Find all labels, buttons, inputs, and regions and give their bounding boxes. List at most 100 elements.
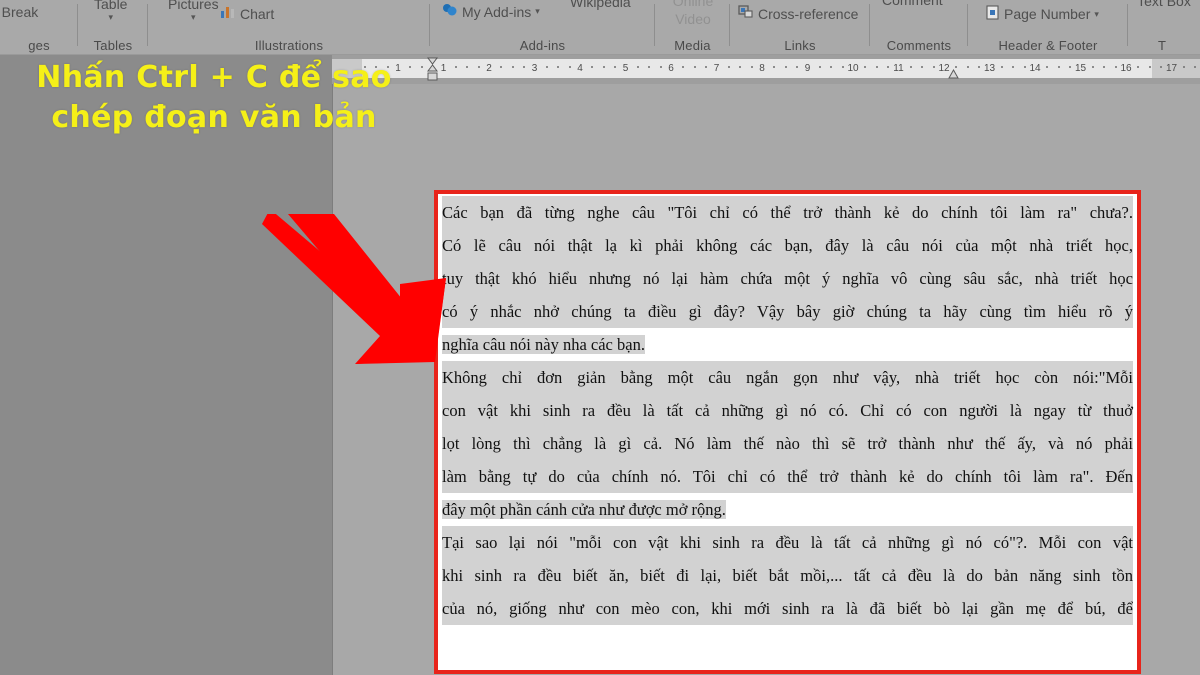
ribbon-group-add-ins: My Add-ins ▾ Wikipedia Add-ins [430,0,655,55]
ruler-minor-tick [876,66,878,68]
ruler-minor-tick [455,66,457,68]
ribbon-item-wikipedia[interactable]: Wikipedia [570,0,631,10]
ribbon-item-my-add-ins[interactable]: My Add-ins ▾ [442,3,540,20]
caption-line-2: chép đoạn văn bản [14,98,414,138]
ruler-tick: 9 [805,59,811,78]
ruler-minor-tick [546,66,548,68]
ribbon-group-label-links: Links [730,38,870,53]
ruler-minor-tick [1024,66,1026,68]
paragraph-line: tuy thật khó hiểu nhưng nó lại hàm chứa … [442,262,1133,295]
table-label: Table [94,0,127,12]
ruler-tick: 5 [623,59,629,78]
ribbon-group-label-add-ins: Add-ins [430,38,655,53]
page-number-icon [986,5,1000,23]
cross-reference-label: Cross-reference [758,6,858,22]
ribbon-group-label-header-footer: Header & Footer [968,38,1128,53]
ribbon-item-cross-reference[interactable]: Cross-reference [738,5,858,22]
paragraph-line: khi sinh ra đều biết ăn, biết đi lại, bi… [442,559,1133,592]
ruler-tick: 13 [984,59,995,78]
triangle-indent-marker[interactable] [947,67,960,85]
chart-icon [220,5,236,22]
pictures-label: Pictures [168,0,219,12]
paragraph-last-line: đây một phần cánh cửa như được mở rộng. [442,493,1133,526]
chevron-down-icon[interactable]: ▾ [108,12,113,23]
my-add-ins-label: My Add-ins [462,4,531,20]
ribbon-insert-tab: e Break ges Table ▾ Tables Pictures ▾ [0,0,1200,55]
ribbon-group-illustrations: Pictures ▾ Chart Illustrations [148,0,430,55]
ruler-tick: 17 [1166,59,1177,78]
online-video-label: Online Video [663,0,723,28]
ribbon-group-label-tables: Tables [78,38,148,53]
chevron-down-icon[interactable]: ▾ [535,6,540,17]
document-page[interactable]: Các bạn đã từng nghe câu "Tôi chỉ có thể… [332,84,1200,675]
text-box-label: Text Box [1137,0,1191,10]
ruler-minor-tick [478,66,480,68]
paragraph-line: Không chỉ đơn giản bằng một câu ngắn gọn… [442,361,1133,394]
paragraph-line: làm bằng tự do của chính nó. Tôi chỉ có … [442,460,1133,493]
ruler-minor-tick [1092,66,1094,68]
ruler-minor-tick [933,66,935,68]
ruler-tick: 7 [714,59,720,78]
ruler-minor-tick [1115,66,1117,68]
horizontal-ruler[interactable]: 1123456789101112131415161718 [332,55,1200,84]
ruler-minor-tick [1001,66,1003,68]
selected-text-block[interactable]: Các bạn đã từng nghe câu "Tôi chỉ có thể… [434,190,1141,674]
hourglass-indent-marker[interactable] [426,56,439,87]
comment-label: Comment [882,0,943,8]
ruler-tick: 15 [1075,59,1086,78]
caption-line-1: Nhấn Ctrl + C để sao [14,58,414,98]
ruler-minor-tick [842,66,844,68]
ribbon-group-tables: Table ▾ Tables [78,0,148,55]
wikipedia-label: Wikipedia [570,0,631,10]
chevron-down-icon[interactable]: ▾ [191,12,196,23]
page-break-label: e Break [0,4,38,20]
paragraph-line: Có lẽ câu nói thật lạ kì phải không các … [442,229,1133,262]
ribbon-group-label-pages: ges [0,38,78,53]
paragraph-line: có ý nhắc nhở chúng ta điều gì đây? Vậy … [442,295,1133,328]
ruler-tick: 8 [759,59,765,78]
ribbon-group-pages: e Break ges [0,0,78,55]
ruler-minor-tick [819,66,821,68]
ruler-minor-tick [569,66,571,68]
ribbon-group-label-media: Media [655,38,730,53]
ribbon-item-text-box[interactable]: Text Box [1136,0,1192,10]
ruler-tick: 4 [577,59,583,78]
ruler-minor-tick [728,66,730,68]
ruler-tick: 1 [441,59,447,78]
ribbon-item-comment[interactable]: Comment [882,0,943,8]
ruler-minor-tick [751,66,753,68]
ruler-minor-tick [694,66,696,68]
ruler-minor-tick [967,66,969,68]
ruler-minor-tick [1149,66,1151,68]
ribbon-group-media: Online Video Media [655,0,730,55]
ruler-tick: 6 [668,59,674,78]
paragraph-2[interactable]: Không chỉ đơn giản bằng một câu ngắn gọn… [438,361,1137,526]
ruler-minor-tick [421,66,423,68]
ribbon-group-label-comments: Comments [870,38,968,53]
paragraph-1[interactable]: Các bạn đã từng nghe câu "Tôi chỉ có thể… [438,196,1137,361]
ribbon-group-label-text: T [1128,38,1200,53]
chevron-down-icon[interactable]: ▾ [1094,9,1099,20]
instruction-caption: Nhấn Ctrl + C để sao chép đoạn văn bản [14,58,414,138]
ribbon-item-page-number[interactable]: Page Number ▾ [986,5,1099,23]
paragraph-line: Các bạn đã từng nghe câu "Tôi chỉ có thể… [442,196,1133,229]
ribbon-item-table[interactable]: Table ▾ [94,0,127,23]
ribbon-group-header-footer: Page Number ▾ Header & Footer [968,0,1128,55]
paragraph-3[interactable]: Tại sao lại nói "mỗi con vật khi sinh ra… [438,526,1137,625]
ribbon-item-page-break[interactable]: e Break [0,4,38,20]
add-ins-icon [442,3,458,20]
ruler-minor-tick [1183,66,1185,68]
page-number-label: Page Number [1004,6,1090,22]
ribbon-group-text: Text Box T [1128,0,1200,55]
ribbon-group-links: Cross-reference Links [730,0,870,55]
ruler-minor-tick [603,66,605,68]
ruler-minor-tick [512,66,514,68]
ribbon-item-pictures[interactable]: Pictures ▾ [168,0,219,23]
ruler-tick: 3 [532,59,538,78]
cross-reference-icon [738,5,754,22]
chart-label: Chart [240,6,274,22]
document-canvas: Các bạn đã từng nghe câu "Tôi chỉ có thể… [0,84,1200,675]
ribbon-item-chart[interactable]: Chart [220,5,274,22]
paragraph-last-line: nghĩa câu nói này nha các bạn. [442,328,1133,361]
ribbon-item-online-video[interactable]: Online Video [663,0,723,28]
